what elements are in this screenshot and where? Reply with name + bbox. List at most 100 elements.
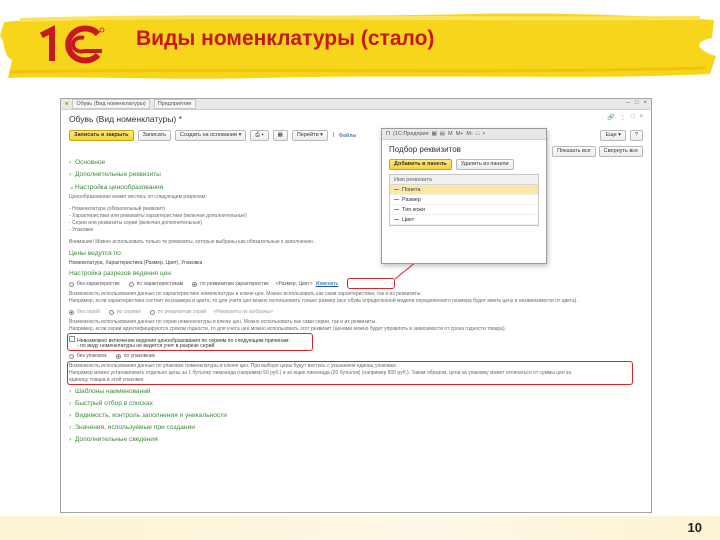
radio-no-char-label: без характеристик — [77, 281, 120, 287]
section-main[interactable]: › Основное — [69, 159, 105, 166]
paperclip-icon[interactable]: ⌇ — [332, 132, 335, 139]
highlight-pack-notes — [67, 361, 633, 385]
section-extra-props-label: Дополнительные реквизиты — [75, 171, 161, 178]
pricing-list-item: - Номенклатура (обязательный реквизит) — [69, 206, 166, 212]
section-visibility-label: Видимость, контроль заполнения и уникаль… — [75, 412, 227, 419]
1c-logo-icon — [39, 25, 105, 64]
report-button[interactable]: ▦ — [272, 130, 288, 141]
radio-by-packs-label: по упаковкам — [123, 353, 155, 359]
popup-maximize-icon[interactable]: □ — [476, 131, 479, 137]
table-row[interactable]: Цвет — [390, 215, 538, 225]
popup-calc-icon[interactable]: ▦ — [432, 131, 437, 137]
series-fields: <Реквизиты не выбраны> — [213, 309, 274, 315]
radio-by-char-props[interactable] — [192, 281, 198, 287]
attribute-table-header: Имя реквизита — [390, 175, 538, 185]
packs-radio-group: без упаковок по упаковкам — [69, 353, 155, 359]
popup-close-icon[interactable]: × — [482, 131, 485, 137]
print-button[interactable]: ⎙ ▾ — [250, 130, 269, 141]
radio-no-char[interactable] — [69, 281, 74, 287]
section-extra-props[interactable]: › Дополнительные реквизиты — [69, 171, 161, 178]
link-icon[interactable]: 🔗 — [607, 114, 614, 121]
more-button[interactable]: Еще ▾ — [600, 130, 626, 141]
add-to-panel-button[interactable]: Добавить в панель — [389, 159, 452, 170]
create-based-button[interactable]: Создать на основании ▾ — [175, 130, 247, 141]
section-extra-info-label: Дополнительные сведения — [75, 436, 158, 443]
section-quick-select[interactable]: › Быстрый отбор в списках — [69, 400, 153, 407]
popup-m-button[interactable]: М — [448, 131, 453, 137]
files-link[interactable]: Файлы — [339, 133, 356, 139]
attribute-name: Размер — [402, 196, 421, 203]
close-icon[interactable]: × — [643, 100, 647, 106]
table-row[interactable]: Размер — [390, 195, 538, 205]
prices-by-value: Номенклатура, Характеристика (Размер, Цв… — [69, 260, 203, 266]
attribute-icon — [394, 208, 399, 211]
chevron-down-icon: ▾ — [618, 132, 621, 138]
radio-by-char[interactable] — [128, 281, 134, 287]
radio-by-packs[interactable] — [115, 353, 121, 359]
slide-title: Виды номенклатуры (стало) — [136, 27, 435, 50]
section-pricing-label: Настройка ценообразования — [75, 184, 164, 191]
section-defaults-label: Значения, используемые при создании — [75, 424, 195, 431]
form-close-icon[interactable]: × — [639, 114, 643, 121]
save-button[interactable]: Записать — [137, 130, 172, 141]
more-vert-icon[interactable]: ⋮ — [620, 114, 626, 121]
popup-calendar-icon[interactable]: ▤ — [440, 131, 445, 137]
save-close-button[interactable]: Записать и закрыть — [69, 130, 134, 141]
highlight-change-link — [347, 278, 395, 289]
table-row[interactable]: Понета — [390, 185, 538, 195]
create-based-label: Создать на основании — [180, 132, 238, 138]
section-main-label: Основное — [75, 159, 106, 166]
highlight-series-impossible — [67, 333, 313, 351]
pricing-list-item: - Упаковки — [69, 227, 94, 233]
page-number: 10 — [687, 520, 702, 535]
section-quick-select-label: Быстрый отбор в списках — [75, 400, 153, 407]
attribute-name: Тип кожи — [402, 206, 425, 213]
radio-no-series[interactable] — [69, 309, 74, 315]
char-note-1: Возможность использования данных по хара… — [69, 291, 422, 297]
remove-from-panel-button[interactable]: Удалить из панели — [455, 159, 514, 170]
window-icon: ■ — [65, 101, 69, 107]
window-tab-form[interactable]: Обувь (Вид номенклатуры) — [72, 99, 150, 109]
attribute-icon — [394, 198, 399, 201]
section-defaults[interactable]: › Значения, используемые при создании — [69, 424, 195, 431]
pricing-warning: Внимание! Можно использовать только те р… — [69, 239, 315, 245]
series-note-1: Возможность использования данных по сери… — [69, 319, 377, 325]
chevron-down-icon: ▾ — [320, 132, 323, 138]
radio-no-packs[interactable] — [69, 353, 74, 359]
table-row[interactable]: Тип кожи — [390, 205, 538, 215]
section-visibility[interactable]: › Видимость, контроль заполнения и уникал… — [69, 412, 227, 419]
change-link[interactable]: Изменить — [316, 281, 339, 287]
popup-titlebar: П (1С:Предприя ▦ ▤ М М+ М- □ × — [382, 129, 546, 140]
collapse-all-button[interactable]: Свернуть все — [598, 146, 643, 157]
form-toolbar: Записать и закрыть Записать Создать на о… — [69, 130, 356, 141]
section-pricing[interactable]: ⌄Настройка ценообразования — [69, 183, 163, 191]
section-extra-info[interactable]: › Дополнительные сведения — [69, 436, 158, 443]
popup-m-minus-button[interactable]: М- — [466, 131, 472, 137]
form-window: ■ Обувь (Вид номенклатуры) Предприятие –… — [60, 98, 652, 513]
window-tab-app[interactable]: Предприятие — [153, 99, 196, 109]
form-title: Обувь (Вид номенклатуры) * — [69, 114, 182, 124]
pricing-intro: Ценообразование может вестись по следующ… — [69, 194, 207, 200]
slices-title: Настройка разрезов ведения цен — [69, 270, 171, 277]
goto-label: Перейти — [296, 132, 319, 138]
form-maximize-icon[interactable]: □ — [631, 114, 635, 121]
chevron-down-icon: ▾ — [238, 132, 242, 138]
popup-bar-item: П — [386, 131, 390, 137]
attribute-name: Понета — [402, 186, 421, 193]
minimize-icon[interactable]: – — [627, 100, 630, 106]
radio-by-series[interactable] — [108, 309, 114, 315]
help-button[interactable]: ? — [629, 130, 643, 141]
maximize-icon[interactable]: □ — [635, 100, 639, 106]
pricing-list-item: - Характеристики или реквизиты характери… — [69, 213, 247, 219]
section-templates[interactable]: › Шаблоны наименований — [69, 388, 151, 395]
show-all-button[interactable]: Показать все — [552, 146, 596, 157]
goto-button[interactable]: Перейти ▾ — [291, 130, 328, 141]
popup-bar-app: (1С:Предприя — [392, 131, 429, 137]
slide-footer-band — [0, 516, 720, 540]
attribute-name: Цвет — [402, 216, 415, 223]
characteristics-radio-group: без характеристик по характеристикам по … — [69, 281, 338, 287]
attribute-icon — [394, 218, 399, 221]
series-note-2: Например, если серии идентифицируются ср… — [69, 326, 507, 332]
popup-m-plus-button[interactable]: М+ — [456, 131, 464, 137]
radio-by-series-props[interactable] — [149, 309, 155, 315]
